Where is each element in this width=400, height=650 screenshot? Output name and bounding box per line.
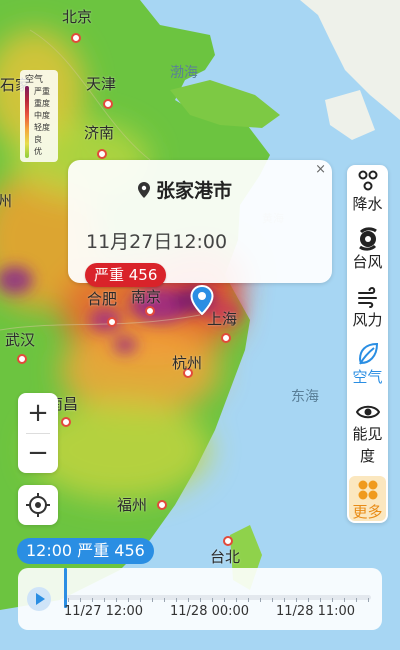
city-label-nanjing: 南京: [131, 288, 162, 306]
legend-level-light: 轻度: [34, 123, 50, 132]
timeline-tick: [344, 598, 345, 602]
location-pin-icon: [138, 181, 150, 198]
timeline-label-end: 11/28 11:00: [276, 604, 356, 619]
zoom-in-button[interactable]: +: [18, 393, 58, 433]
city-dot-nanchang: [61, 417, 71, 427]
timeline-tick: [176, 598, 177, 602]
eye-icon: [355, 405, 380, 419]
locate-button[interactable]: [18, 485, 58, 525]
wind-icon: [357, 286, 377, 308]
layer-typhoon[interactable]: 台风: [347, 227, 388, 272]
timeline-tick: [128, 598, 129, 602]
typhoon-icon: [358, 227, 377, 251]
legend-level-moderate: 中度: [34, 111, 50, 120]
city-label-taipei: 台北: [210, 548, 241, 566]
city-label-tianjin: 天津: [86, 75, 117, 93]
crosshair-icon: [26, 493, 50, 517]
timeline-tick: [140, 598, 141, 602]
legend-level-excellent: 优: [34, 147, 42, 156]
city-dot-jinan: [97, 149, 107, 159]
legend-level-heavy: 重度: [34, 99, 50, 108]
timeline-track[interactable]: [66, 595, 371, 600]
legend-title: 空气: [25, 75, 44, 85]
timeline-tick: [368, 598, 369, 602]
timeline-tick: [68, 598, 69, 602]
precipitation-icon: [358, 170, 377, 191]
city-dot-beijing: [71, 33, 81, 43]
timeline-tick: [224, 598, 225, 602]
sea-label-donghai: 东海: [291, 389, 319, 405]
city-dot-tianjin: [103, 99, 113, 109]
legend-level-severe: 严重: [34, 87, 50, 96]
timeline-tick: [212, 598, 213, 602]
timeline-tick: [260, 598, 261, 602]
city-label-beijing: 北京: [62, 8, 93, 26]
legend-level-good: 良: [34, 135, 42, 144]
timeline-tick: [200, 598, 201, 602]
layer-typhoon-label: 台风: [352, 253, 383, 271]
layer-visibility-label: 能见度: [352, 425, 383, 465]
popup-time: 11月27日12:00: [86, 231, 228, 253]
layer-air-label: 空气: [352, 368, 383, 386]
timeline-tick: [92, 598, 93, 602]
leaf-icon: [358, 342, 378, 365]
timeline-tick: [296, 598, 297, 602]
timeline-tick: [332, 598, 333, 602]
legend-color-bar: [25, 86, 29, 158]
layer-precipitation[interactable]: 降水: [347, 169, 388, 214]
city-dot-wuhan: [17, 354, 27, 364]
aqi-status-badge: 严重 456: [85, 263, 167, 287]
timeline-tick: [356, 598, 357, 602]
timeline-tick: [272, 598, 273, 602]
timeline-tick: [248, 598, 249, 602]
zoom-control: + −: [18, 393, 58, 473]
timeline-tick: [164, 598, 165, 602]
layer-toolbar: 降水 台风 风力 空气 能见度 更多: [347, 165, 388, 523]
timeline-tick: [152, 598, 153, 602]
more-layers-button[interactable]: 更多: [349, 476, 386, 521]
city-label-jinan: 济南: [84, 124, 115, 142]
popup-title: 张家港市: [138, 176, 232, 203]
timeline-tick: [320, 598, 321, 602]
city-dot-hefei: [107, 317, 117, 327]
timeline-label-start: 11/27 12:00: [64, 604, 144, 619]
map-marker-icon[interactable]: [190, 285, 214, 315]
timeline-tick: [188, 598, 189, 602]
timeline-tick: [80, 598, 81, 602]
timeline-tick: [308, 598, 309, 602]
city-dot-shanghai: [221, 333, 231, 343]
city-label-hangzhou: 杭州: [172, 354, 203, 372]
timeline-panel: 11/27 12:00 11/28 00:00 11/28 11:00: [18, 568, 382, 630]
city-label-wuhan: 武汉: [5, 331, 36, 349]
timeline-scrubber[interactable]: [64, 568, 67, 608]
timeline-tick: [284, 598, 285, 602]
city-label-hefei: 合肥: [87, 290, 118, 308]
popup-location-name: 张家港市: [156, 180, 233, 202]
layer-visibility[interactable]: 能见度: [347, 401, 388, 467]
more-layers-label: 更多: [352, 503, 383, 521]
zoom-out-button[interactable]: −: [18, 433, 58, 473]
popup-close-button[interactable]: ×: [315, 162, 326, 177]
air-quality-legend: 空气 严重 重度 中度 轻度 良 优: [20, 70, 58, 162]
city-label-zhengzhou: 郑州: [0, 192, 12, 210]
layer-air[interactable]: 空气: [347, 342, 388, 387]
timeline-tick: [116, 598, 117, 602]
more-grid-icon: [358, 480, 377, 500]
play-icon[interactable]: [26, 586, 52, 612]
sea-label-bohai: 渤海: [170, 65, 198, 81]
city-dot-fuzhou: [157, 500, 167, 510]
timeline-tick: [236, 598, 237, 602]
timeline-tick: [104, 598, 105, 602]
current-time-badge: 12:00 严重 456: [17, 538, 154, 564]
city-dot-nanjing: [145, 306, 155, 316]
layer-precipitation-label: 降水: [352, 195, 383, 213]
timeline-label-mid: 11/28 00:00: [170, 604, 250, 619]
layer-wind-label: 风力: [352, 311, 383, 329]
city-label-fuzhou: 福州: [117, 496, 148, 514]
layer-wind[interactable]: 风力: [347, 285, 388, 330]
city-dot-taipei: [223, 536, 233, 546]
